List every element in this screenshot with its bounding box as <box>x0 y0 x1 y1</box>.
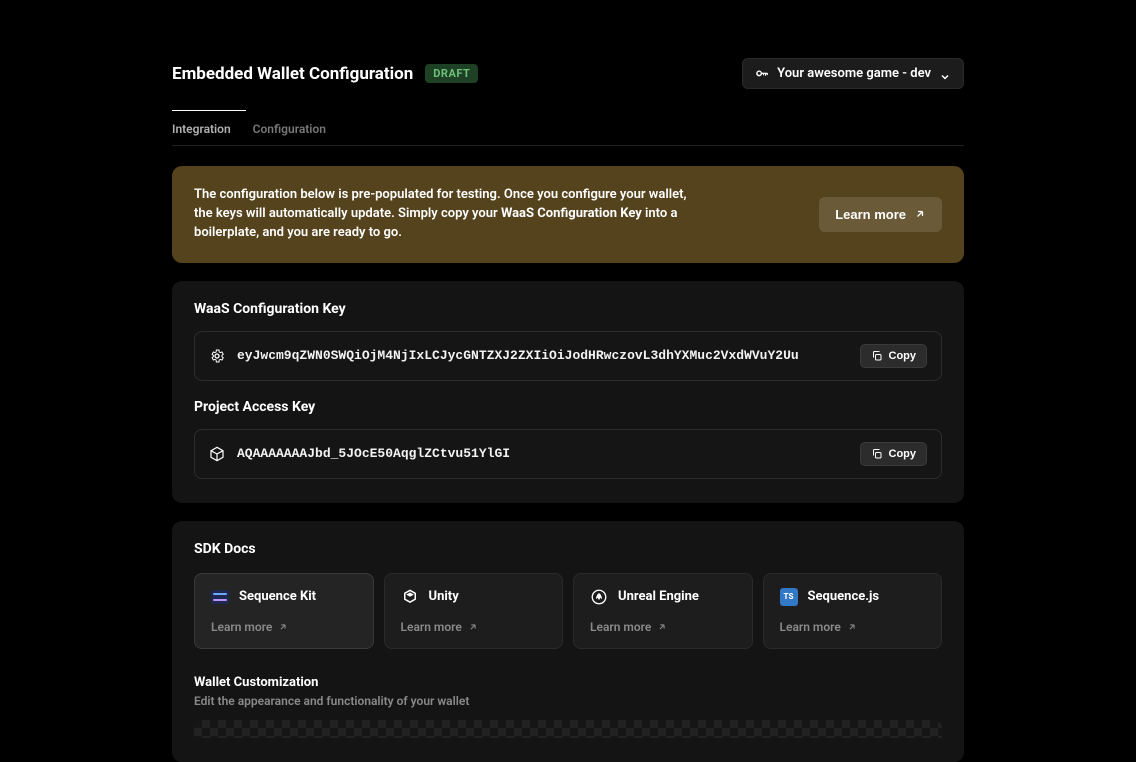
sdk-learn-more: Learn more <box>211 620 357 634</box>
tab-configuration[interactable]: Configuration <box>253 112 326 146</box>
copy-label: Copy <box>889 448 917 460</box>
sdk-name: Unreal Engine <box>618 589 699 604</box>
waas-key-label: WaaS Configuration Key <box>194 301 942 317</box>
external-arrow-icon <box>278 622 288 632</box>
sdk-grid: Sequence Kit Learn more Unity Learn more <box>194 573 942 649</box>
customization-preview <box>194 720 942 738</box>
draft-badge: DRAFT <box>425 64 478 83</box>
waas-key-field: eyJwcm9qZWN0SWQiOjM4NjIxLCJycGNTZXJ2ZXIi… <box>194 331 942 381</box>
key-icon <box>755 67 769 81</box>
project-key-field: AQAAAAAAAJbd_5JOcE50AqglZCtvu51YlGI Copy <box>194 429 942 479</box>
tab-integration[interactable]: Integration <box>172 112 231 146</box>
typescript-icon: TS <box>780 588 798 606</box>
project-selector[interactable]: Your awesome game - dev <box>742 58 964 89</box>
sequence-kit-icon <box>211 588 229 606</box>
sdk-card: SDK Docs Sequence Kit Learn more <box>172 521 964 762</box>
sdk-name: Sequence Kit <box>239 589 316 604</box>
sdk-name: Unity <box>429 589 459 604</box>
tabs: Integration Configuration <box>172 111 964 146</box>
customization-heading: Wallet Customization <box>194 675 942 690</box>
sdk-learn-more: Learn more <box>401 620 547 634</box>
copy-waas-button[interactable]: Copy <box>860 344 928 368</box>
copy-project-button[interactable]: Copy <box>860 442 928 466</box>
sdk-heading: SDK Docs <box>194 541 942 557</box>
sdk-name: Sequence.js <box>808 589 880 604</box>
notice-banner: The configuration below is pre-populated… <box>172 166 964 263</box>
external-arrow-icon <box>914 208 926 220</box>
notice-text: The configuration below is pre-populated… <box>194 186 694 243</box>
sdk-learn-more: Learn more <box>780 620 926 634</box>
external-arrow-icon <box>847 622 857 632</box>
gear-icon <box>209 348 225 364</box>
page-title: Embedded Wallet Configuration <box>172 64 413 84</box>
sdk-item-sequencejs[interactable]: TS Sequence.js Learn more <box>763 573 943 649</box>
copy-icon <box>871 448 883 460</box>
sdk-item-unity[interactable]: Unity Learn more <box>384 573 564 649</box>
copy-icon <box>871 350 883 362</box>
waas-key-value: eyJwcm9qZWN0SWQiOjM4NjIxLCJycGNTZXJ2ZXIi… <box>237 348 848 363</box>
customization-sub: Edit the appearance and functionality of… <box>194 694 942 708</box>
config-card: WaaS Configuration Key eyJwcm9qZWN0SWQiO… <box>172 281 964 503</box>
project-name-label: Your awesome game - dev <box>777 66 931 81</box>
sdk-item-unreal[interactable]: Unreal Engine Learn more <box>573 573 753 649</box>
title-group: Embedded Wallet Configuration DRAFT <box>172 64 478 84</box>
sdk-item-sequence-kit[interactable]: Sequence Kit Learn more <box>194 573 374 649</box>
notice-bold: WaaS Configuration Key <box>501 206 642 221</box>
learn-more-label: Learn more <box>835 207 906 222</box>
project-key-label: Project Access Key <box>194 399 942 415</box>
cube-icon <box>209 446 225 462</box>
external-arrow-icon <box>657 622 667 632</box>
external-arrow-icon <box>468 622 478 632</box>
page-header: Embedded Wallet Configuration DRAFT Your… <box>172 58 964 89</box>
copy-label: Copy <box>889 350 917 362</box>
project-key-value: AQAAAAAAAJbd_5JOcE50AqglZCtvu51YlGI <box>237 446 848 461</box>
learn-more-button[interactable]: Learn more <box>819 197 942 232</box>
tab-indicator <box>172 110 246 111</box>
unity-icon <box>401 588 419 606</box>
chevron-down-icon <box>939 68 951 80</box>
sdk-learn-more: Learn more <box>590 620 736 634</box>
unreal-icon <box>590 588 608 606</box>
